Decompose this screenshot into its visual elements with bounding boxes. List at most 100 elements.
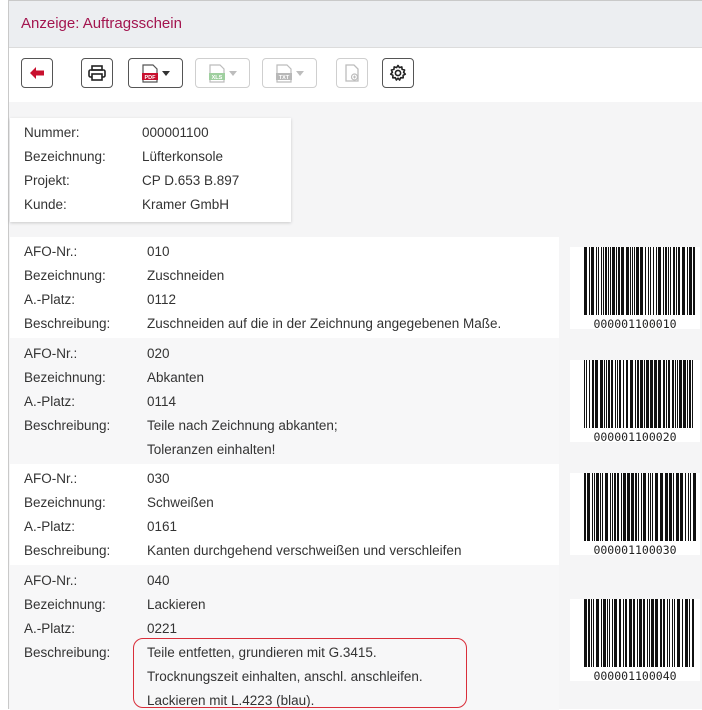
barcode-bar — [600, 360, 603, 428]
barcode-bar — [595, 360, 598, 428]
header-label-projekt: Projekt: — [24, 173, 70, 188]
barcode-bar — [658, 360, 661, 428]
barcode-bar — [591, 247, 594, 315]
header-label-nummer: Nummer: — [24, 125, 80, 140]
barcode-bar — [607, 599, 608, 667]
pdf-export-button[interactable]: PDF — [128, 58, 183, 88]
barcode: 000001100040 — [570, 599, 700, 683]
barcode-bar — [605, 247, 607, 315]
bezeichnung-value: Lackieren — [147, 597, 206, 612]
barcode-bar — [618, 247, 620, 315]
header-value-nummer: 000001100 — [142, 125, 209, 140]
barcode-bar — [591, 599, 592, 667]
arrow-left-icon — [30, 67, 44, 79]
platz-label: A.-Platz: — [24, 394, 76, 409]
barcode-bar — [687, 247, 688, 315]
barcode-bar — [627, 473, 630, 541]
barcode: 000001100020 — [570, 360, 700, 444]
barcode-bar — [666, 360, 667, 428]
beschreibung-line: Zuschneiden auf die in der Zeichnung ang… — [147, 316, 502, 331]
barcode-bar — [602, 473, 603, 541]
barcode-bar — [603, 247, 604, 315]
barcode-bar — [626, 360, 628, 428]
pdf-icon: PDF — [141, 63, 158, 83]
bezeichnung-label: Bezeichnung: — [24, 370, 106, 385]
barcode-number: 000001100010 — [593, 317, 677, 331]
bezeichnung-value: Abkanten — [147, 370, 205, 385]
afo-label: AFO-Nr.: — [24, 244, 78, 259]
barcode-bar — [668, 247, 669, 315]
beschreibung-label: Beschreibung: — [24, 418, 111, 433]
barcode-bar — [598, 247, 599, 315]
barcode-bar — [611, 360, 613, 428]
settings-button[interactable] — [382, 58, 414, 88]
beschreibung-label: Beschreibung: — [24, 316, 111, 331]
barcode-bar — [667, 599, 668, 667]
barcode-bar — [617, 473, 619, 541]
barcode-number: 000001100020 — [593, 430, 677, 444]
document-add-button[interactable] — [336, 58, 368, 88]
barcode-bar — [635, 473, 637, 541]
beschreibung-line: Teile entfetten, grundieren mit G.3415. — [147, 645, 377, 660]
print-button[interactable] — [81, 58, 113, 88]
barcode-bar — [630, 360, 633, 428]
barcode-bar — [678, 247, 680, 315]
gear-icon — [389, 64, 407, 81]
barcode-bar — [612, 599, 613, 667]
txt-export-button[interactable]: TXT — [262, 58, 317, 88]
window-title: Anzeige: Auftragsschein — [21, 15, 182, 32]
barcode-bar — [604, 360, 605, 428]
bezeichnung-label: Bezeichnung: — [24, 597, 106, 612]
barcode-bar — [612, 473, 613, 541]
barcode-bar — [639, 599, 642, 667]
barcode-bar — [676, 473, 679, 541]
operation-row: AFO-Nr.: 030 Bezeichnung: Schweißen A.-P… — [10, 464, 559, 565]
barcode-bar — [626, 247, 629, 315]
xls-export-button[interactable]: XLS — [195, 58, 250, 88]
barcode-bar — [640, 360, 643, 428]
title-bar: Anzeige: Auftragsschein — [9, 1, 702, 48]
bezeichnung-value: Schweißen — [147, 495, 214, 510]
barcode-bar — [692, 599, 694, 667]
barcode-bar — [647, 599, 648, 667]
operation-row: AFO-Nr.: 020 Bezeichnung: Abkanten A.-Pl… — [10, 338, 559, 464]
barcode-bar — [689, 247, 692, 315]
barcode-bar — [596, 247, 597, 315]
barcode-bar — [693, 473, 696, 541]
barcode-bar — [643, 473, 646, 541]
back-button[interactable] — [21, 58, 53, 88]
barcode-bar — [619, 360, 621, 428]
barcode-bar — [658, 247, 661, 315]
svg-text:XLS: XLS — [211, 74, 222, 80]
afo-label: AFO-Nr.: — [24, 346, 78, 361]
barcode-bar — [635, 360, 636, 428]
afo-value: 040 — [147, 573, 170, 588]
barcode-bar — [652, 473, 653, 541]
barcode-bar — [670, 247, 671, 315]
barcode-bar — [623, 473, 626, 541]
barcode-bar — [589, 247, 590, 315]
barcode-bar — [633, 599, 635, 667]
barcode-bar — [614, 599, 617, 667]
barcode-bar — [596, 599, 599, 667]
beschreibung-line: Trocknungszeit einhalten, anschl. anschl… — [147, 669, 423, 684]
barcode-bar — [689, 599, 690, 667]
header-value-kunde: Kramer GmbH — [142, 197, 230, 212]
bezeichnung-value: Zuschneiden — [147, 268, 225, 283]
barcode-number: 000001100040 — [593, 669, 677, 683]
barcode-bar — [665, 247, 667, 315]
barcode-bar — [650, 360, 653, 428]
barcode-bar — [649, 599, 650, 667]
barcode-bar — [610, 247, 611, 315]
toolbar: PDF XLS TXT — [9, 48, 702, 102]
barcode-bar — [692, 360, 693, 428]
barcode-bar — [637, 360, 639, 428]
barcode-bar — [685, 473, 686, 541]
platz-value: 0221 — [147, 621, 178, 636]
barcode-bar — [653, 247, 654, 315]
afo-value: 010 — [147, 244, 170, 259]
operation-row: AFO-Nr.: 010 Bezeichnung: Zuschneiden A.… — [10, 237, 559, 338]
barcode-bar — [682, 599, 683, 667]
barcode-bar — [584, 247, 587, 315]
operation-row: AFO-Nr.: 040 Bezeichnung: Lackieren A.-P… — [10, 565, 559, 710]
